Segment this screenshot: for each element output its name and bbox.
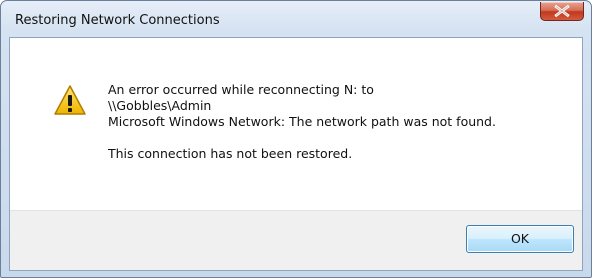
ok-button[interactable]: OK: [466, 225, 574, 253]
message-area: An error occurred while reconnecting N: …: [10, 38, 582, 210]
close-button[interactable]: [540, 2, 584, 21]
dialog-window: Restoring Network Connections An error o…: [0, 0, 592, 278]
message-line-4: This connection has not been restored.: [108, 146, 353, 161]
window-title: Restoring Network Connections: [15, 13, 220, 28]
title-bar[interactable]: Restoring Network Connections: [1, 1, 591, 37]
close-icon: [554, 4, 570, 18]
error-message: An error occurred while reconnecting N: …: [108, 82, 496, 162]
message-line-1: An error occurred while reconnecting N: …: [108, 82, 374, 97]
message-line-3: Microsoft Windows Network: The network p…: [108, 114, 496, 129]
message-spacer: [108, 130, 496, 146]
warning-icon: [54, 85, 86, 115]
button-bar: OK: [10, 210, 582, 270]
message-line-2: \\Gobbles\Admin: [108, 98, 212, 113]
dialog-body: An error occurred while reconnecting N: …: [9, 37, 583, 271]
